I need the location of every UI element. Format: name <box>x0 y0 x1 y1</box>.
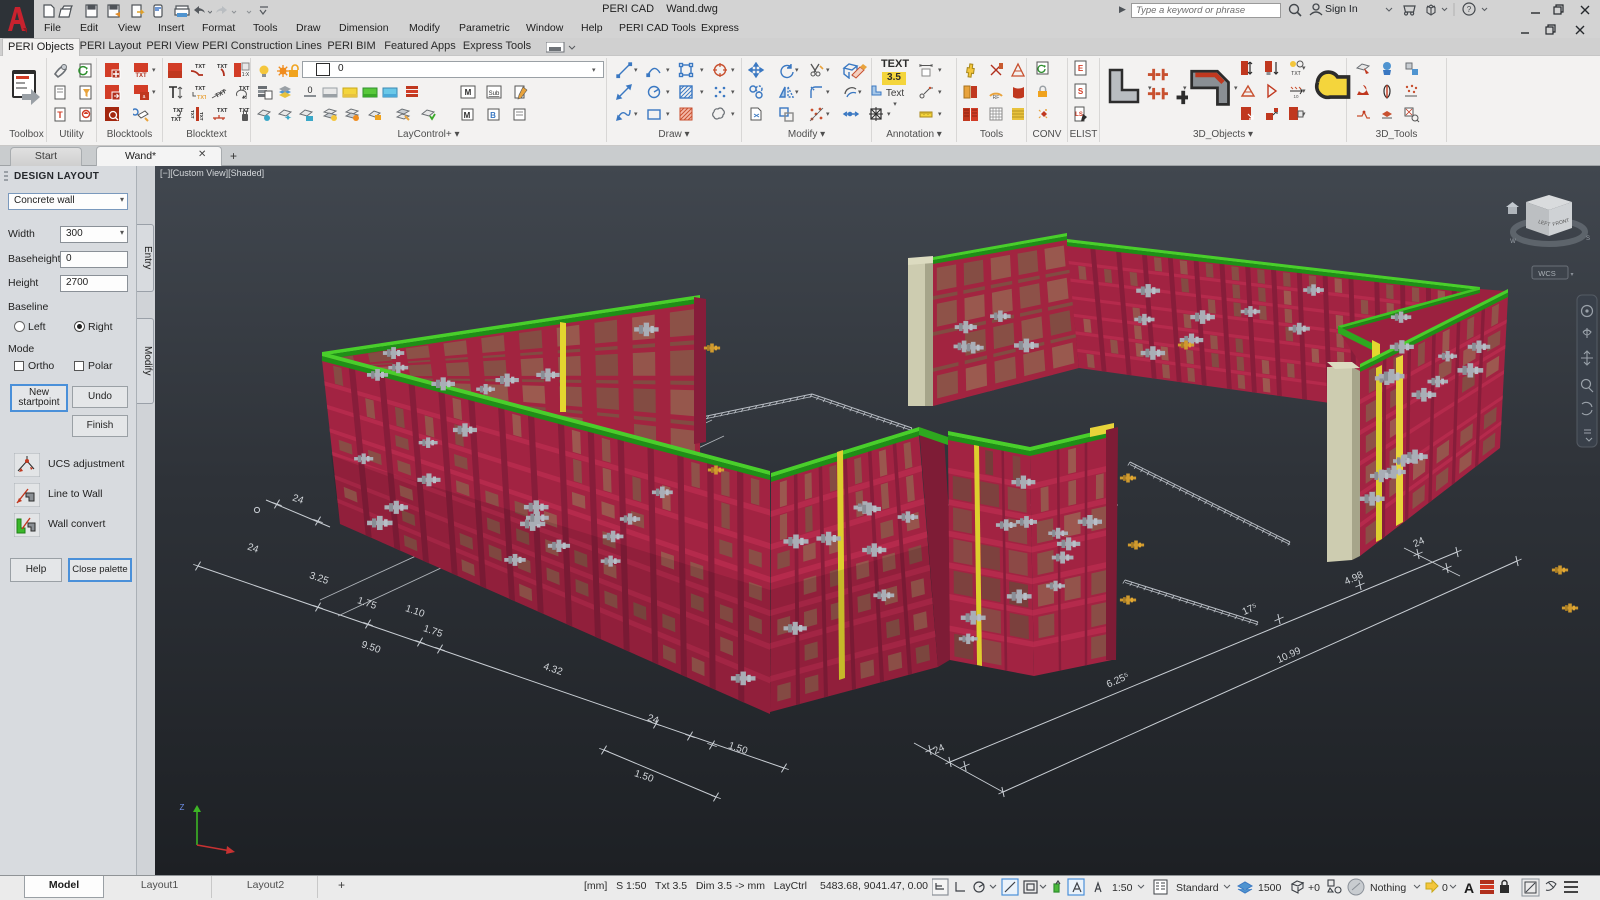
svg-text:T: T <box>57 110 63 120</box>
svg-text:a: a <box>143 94 146 100</box>
svg-text:S: S <box>1078 87 1084 96</box>
svg-text:0: 0 <box>307 85 312 95</box>
svg-text:M: M <box>464 111 471 120</box>
svg-text:Standard: Standard <box>1176 882 1219 894</box>
svg-text:W: W <box>1510 239 1516 245</box>
svg-text:40: 40 <box>242 95 248 100</box>
svg-text:B: B <box>490 111 496 120</box>
svg-text:Z: Z <box>180 803 185 812</box>
svg-text:1:50: 1:50 <box>1112 882 1133 894</box>
svg-text:TXT: TXT <box>195 86 206 92</box>
svg-text:▾: ▾ <box>1570 272 1573 278</box>
svg-text:?: ? <box>1467 5 1472 14</box>
svg-text:TXT: TXT <box>135 73 147 79</box>
svg-text:TXT: TXT <box>173 108 184 114</box>
svg-text:1:X: 1:X <box>242 72 250 78</box>
svg-text:10: 10 <box>1293 94 1299 99</box>
svg-text:0: 0 <box>1442 882 1448 894</box>
svg-text:TXT: TXT <box>195 64 206 70</box>
svg-text:S: S <box>1586 236 1590 242</box>
svg-text:WCS: WCS <box>1538 269 1556 278</box>
svg-text:TXT: TXT <box>199 112 204 121</box>
svg-text:TXT: TXT <box>171 117 182 123</box>
svg-text:Sub: Sub <box>489 91 500 97</box>
svg-text:TXT: TXT <box>197 95 206 101</box>
svg-text:M: M <box>465 88 472 97</box>
svg-text:+0: +0 <box>1308 882 1320 894</box>
svg-text:A: A <box>1464 880 1474 896</box>
svg-text:[−][Custom View][Shaded]: [−][Custom View][Shaded] <box>160 168 264 178</box>
svg-text:Nothing: Nothing <box>1370 882 1406 894</box>
svg-text:RF: RF <box>993 95 1000 101</box>
svg-text:1500: 1500 <box>1258 882 1282 894</box>
svg-text:E: E <box>1078 64 1084 73</box>
svg-text:TXT: TXT <box>1291 71 1300 77</box>
svg-text:TXT: TXT <box>217 108 228 114</box>
svg-text:TXT: TXT <box>190 110 195 119</box>
svg-text:LS: LS <box>1075 112 1083 118</box>
